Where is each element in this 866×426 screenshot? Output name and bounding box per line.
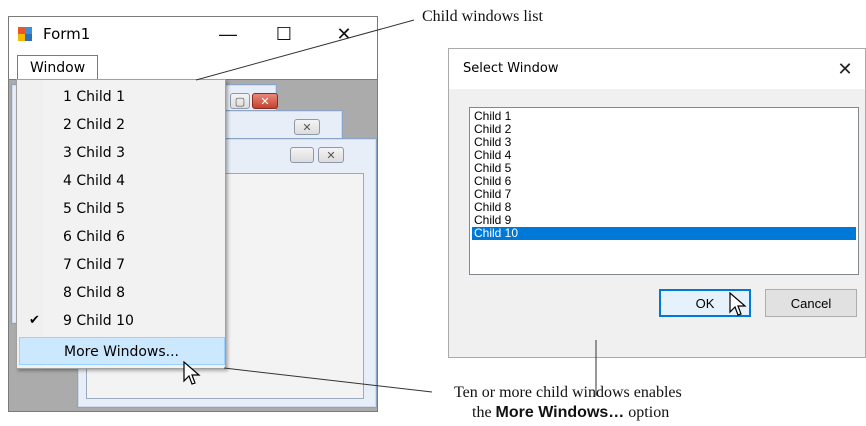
callout-text: option <box>624 404 670 421</box>
callout-child-windows-list: Child windows list <box>422 8 543 25</box>
callout-text: the <box>472 404 496 421</box>
callout-more-windows-line1: Ten or more child windows enables <box>454 384 682 401</box>
callout-more-windows-line2: the More Windows… option <box>472 404 669 422</box>
callout-bold-text: More Windows… <box>495 404 625 421</box>
callout-lines <box>195 19 597 396</box>
